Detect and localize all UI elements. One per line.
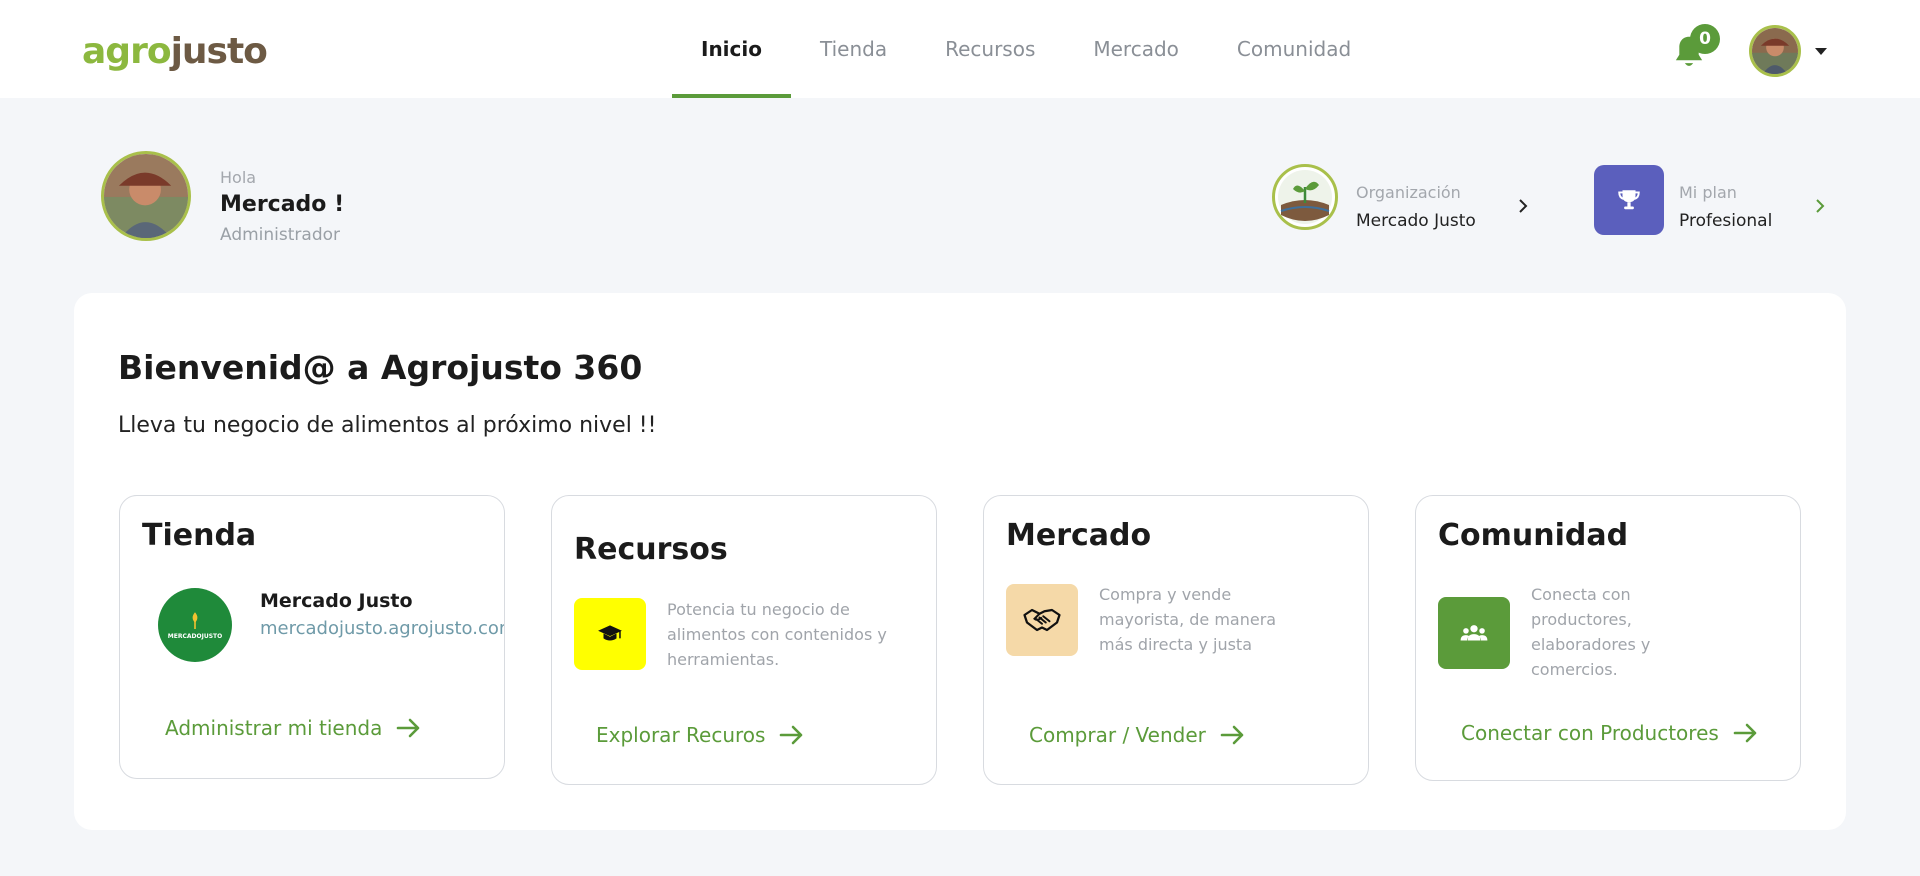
store-logo-text: MERCADOJUSTO — [167, 632, 223, 640]
card-description: Conecta con productores, elaboradores y … — [1531, 585, 1651, 679]
logo-part-agro: agro — [82, 31, 172, 72]
card-description: Compra y vende mayorista, de manera más … — [1099, 585, 1277, 654]
card-mercado: Mercado Compra y vende mayorista, de man… — [983, 495, 1369, 785]
card-recursos: Recursos Potencia tu negocio de alimento… — [551, 495, 937, 785]
tab-tienda[interactable]: Tienda — [791, 0, 916, 98]
connect-producers-link[interactable]: Conectar con Productores — [1461, 721, 1759, 745]
tab-mercado[interactable]: Mercado — [1064, 0, 1208, 98]
logo-part-justo: justo — [170, 31, 268, 72]
handshake-icon — [1006, 584, 1078, 656]
chevron-right-icon[interactable] — [1516, 197, 1530, 215]
organization-name: Mercado Justo — [1356, 211, 1476, 231]
welcome-subtitle: Lleva tu negocio de alimentos al próximo… — [118, 413, 657, 438]
card-title: Recursos — [574, 532, 728, 567]
buy-sell-link-label: Comprar / Vender — [1029, 723, 1206, 747]
chevron-right-icon[interactable] — [1813, 197, 1827, 215]
user-name: Mercado ! — [220, 192, 345, 217]
organization-logo[interactable] — [1272, 164, 1338, 230]
explore-resources-link[interactable]: Explorar Recuros — [596, 723, 805, 747]
card-title: Mercado — [1006, 518, 1152, 553]
card-tienda: Tienda MERCADOJUSTO Mercado Justo mercad… — [119, 495, 505, 779]
agrojusto-logo[interactable]: agrojusto — [82, 30, 268, 74]
plan-name: Profesional — [1679, 211, 1773, 231]
notification-count-badge: 0 — [1690, 24, 1720, 54]
users-icon — [1438, 597, 1510, 669]
chevron-down-icon[interactable] — [1815, 48, 1827, 55]
greeting-text: Hola — [220, 168, 257, 187]
header-avatar[interactable] — [1749, 25, 1801, 77]
tab-comunidad[interactable]: Comunidad — [1208, 0, 1380, 98]
store-name: Mercado Justo — [260, 590, 413, 612]
arrow-right-icon — [397, 718, 420, 738]
tab-inicio[interactable]: Inicio — [672, 0, 791, 98]
trophy-icon[interactable] — [1594, 165, 1664, 235]
arrow-right-icon — [1220, 725, 1244, 745]
organization-label: Organización — [1356, 183, 1461, 202]
plan-label: Mi plan — [1679, 183, 1737, 202]
user-role: Administrador — [220, 225, 341, 245]
store-url-link[interactable]: mercadojusto.agrojusto.com — [260, 618, 504, 639]
tab-recursos[interactable]: Recursos — [916, 0, 1064, 98]
manage-store-link[interactable]: Administrar mi tienda — [165, 716, 422, 740]
arrow-right-icon — [1733, 723, 1757, 743]
buy-sell-link[interactable]: Comprar / Vender — [1029, 723, 1246, 747]
card-comunidad: Comunidad Conecta con productores, elabo… — [1415, 495, 1801, 781]
graduation-cap-icon — [574, 598, 646, 670]
card-title: Tienda — [142, 518, 257, 553]
connect-producers-link-label: Conectar con Productores — [1461, 721, 1719, 745]
store-logo: MERCADOJUSTO — [158, 588, 232, 662]
manage-store-link-label: Administrar mi tienda — [165, 716, 383, 740]
card-description: Potencia tu negocio de alimentos con con… — [667, 600, 887, 669]
arrow-right-icon — [780, 725, 803, 745]
card-title: Comunidad — [1438, 518, 1629, 553]
welcome-title: Bienvenid@ a Agrojusto 360 — [118, 348, 643, 387]
user-avatar — [101, 151, 191, 241]
top-navbar: agrojusto Inicio Tienda Recursos Mercado… — [0, 0, 1920, 98]
explore-resources-link-label: Explorar Recuros — [596, 723, 766, 747]
main-nav: Inicio Tienda Recursos Mercado Comunidad — [672, 0, 1380, 98]
